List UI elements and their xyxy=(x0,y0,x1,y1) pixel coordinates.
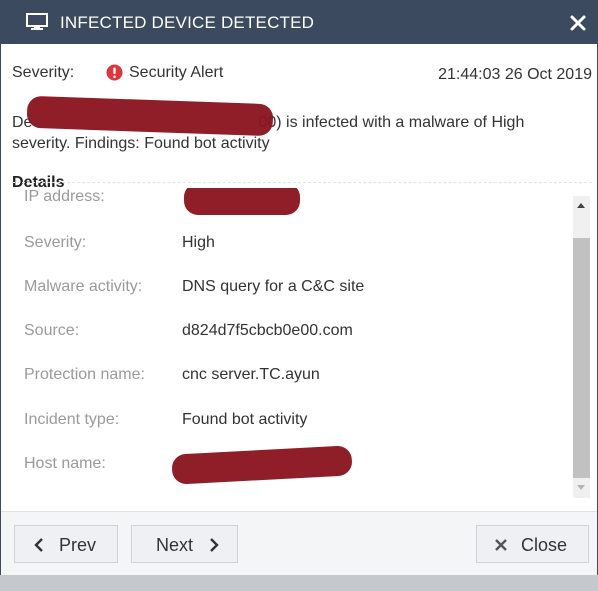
detail-key: IP address: xyxy=(24,188,105,205)
detail-row-protection-name: Protection name: cnc server.TC.ayun xyxy=(12,366,570,390)
dialog-footer: Prev Next Close xyxy=(1,511,597,575)
alert-circle-icon xyxy=(106,64,123,81)
chevron-left-icon xyxy=(34,538,43,552)
monitor-icon xyxy=(26,13,48,30)
detail-row-severity: Severity: High xyxy=(12,234,570,258)
detail-value: d824d7f5cbcb0e00.com xyxy=(182,322,353,339)
detail-key: Source: xyxy=(24,322,80,339)
detail-row-malware-activity: Malware activity: DNS query for a C&C si… xyxy=(12,278,570,302)
detail-row-source: Source: d824d7f5cbcb0e00.com xyxy=(12,322,570,346)
infected-device-dialog: INFECTED DEVICE DETECTED Severity: Secur… xyxy=(0,0,598,575)
detail-key: Severity: xyxy=(24,234,87,251)
details-scroll-pane[interactable]: IP address: Severity: High Malware activ… xyxy=(12,188,590,498)
close-x-icon xyxy=(495,539,507,551)
detail-key: Protection name: xyxy=(24,366,145,383)
detail-key: Malware activity: xyxy=(24,278,143,295)
alert-timestamp: 21:44:03 26 Oct 2019 xyxy=(438,66,592,83)
redaction-mark xyxy=(184,188,300,215)
close-button[interactable]: Close xyxy=(476,525,589,563)
details-divider xyxy=(12,182,592,183)
severity-value: Security Alert xyxy=(129,64,224,81)
severity-row: Severity: Security Alert 21:44:03 26 Oct… xyxy=(12,64,592,84)
scrollbar-thumb[interactable] xyxy=(573,238,590,478)
severity-label: Severity: xyxy=(12,64,75,81)
detail-row-incident-type: Incident type: Found bot activity xyxy=(12,411,570,435)
details-scrollbar[interactable] xyxy=(573,196,590,498)
detail-key: Host name: xyxy=(24,455,106,472)
dialog-title: INFECTED DEVICE DETECTED xyxy=(60,13,315,32)
detail-value: DNS query for a C&C site xyxy=(182,278,365,295)
next-label: Next xyxy=(156,535,194,555)
detail-value: cnc server.TC.ayun xyxy=(182,366,320,383)
prev-label: Prev xyxy=(59,535,97,555)
scroll-up-icon[interactable] xyxy=(577,203,585,208)
detail-value: High xyxy=(182,234,215,251)
scroll-down-icon[interactable] xyxy=(577,485,585,490)
close-icon[interactable] xyxy=(569,14,587,32)
detail-value: Found bot activity xyxy=(182,411,308,428)
detail-key: Incident type: xyxy=(24,411,120,428)
dialog-title-bar: INFECTED DEVICE DETECTED xyxy=(1,1,597,44)
next-button[interactable]: Next xyxy=(131,525,238,563)
chevron-right-icon xyxy=(210,538,219,552)
close-label: Close xyxy=(521,535,568,555)
prev-button[interactable]: Prev xyxy=(14,525,118,563)
background-strip xyxy=(0,575,598,591)
